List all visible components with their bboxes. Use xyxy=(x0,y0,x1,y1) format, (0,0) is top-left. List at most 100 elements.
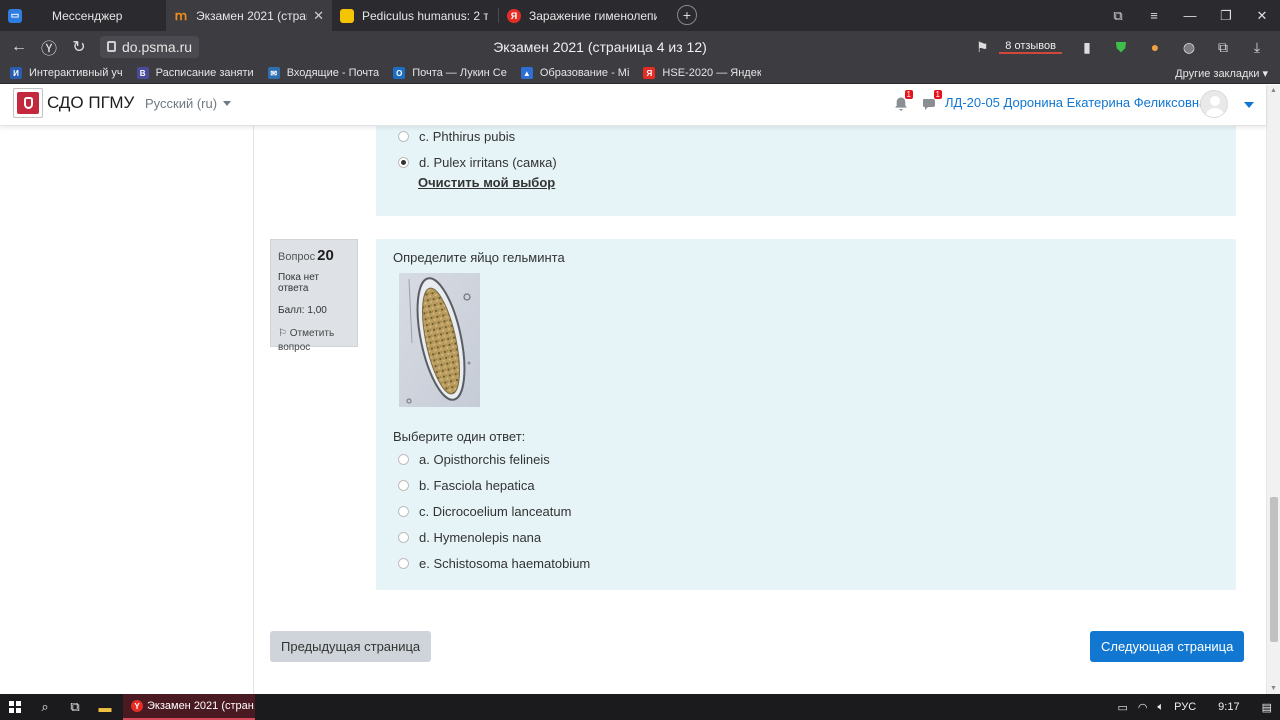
bookmark-flag-icon xyxy=(340,8,354,23)
logo-emblem-icon xyxy=(17,92,39,114)
messenger-icon: ▭ xyxy=(8,8,22,23)
answer-label: d. Hymenolepis nana xyxy=(419,530,542,545)
answer-option[interactable]: c. Dicrocoelium lanceatum xyxy=(398,504,571,519)
flag-question-label: Отметить вопрос xyxy=(278,328,335,353)
tab-title: Мессенджер xyxy=(52,8,123,23)
answer-label: c. Phthirus pubis xyxy=(419,129,516,144)
notifications-button[interactable]: 1 xyxy=(893,90,913,112)
radio-button[interactable] xyxy=(398,157,409,168)
reviews-badge[interactable]: 8 отзывов xyxy=(999,40,1062,54)
outlook-icon: O xyxy=(393,67,406,79)
file-explorer-icon[interactable]: ▬ xyxy=(90,700,120,715)
radio-button[interactable] xyxy=(398,532,409,543)
next-page-button[interactable]: Следующая страница xyxy=(1090,631,1245,662)
tab-hymenolepis[interactable]: Я Заражение гименолепидозом xyxy=(499,0,669,31)
close-window-icon[interactable]: ✕ xyxy=(1244,8,1280,24)
download-icon[interactable]: ⤓ xyxy=(1240,39,1274,56)
radio-button[interactable] xyxy=(398,131,409,142)
scroll-up-icon[interactable]: ▲ xyxy=(1270,87,1277,94)
close-tab-icon[interactable]: ✕ xyxy=(313,8,324,24)
wifi-icon[interactable]: ◠ xyxy=(1138,701,1148,714)
collections-icon[interactable]: ⧉ xyxy=(1100,8,1136,24)
site-name[interactable]: СДО ПГМУ xyxy=(47,93,134,113)
taskbar-app-title: Экзамен 2021 (стран... xyxy=(147,700,255,712)
answer-option[interactable]: d. Pulex irritans (самка) xyxy=(398,155,557,170)
tab-exam-active[interactable]: ⅿ Экзамен 2021 (страница 4 из 12) ✕ xyxy=(166,0,332,31)
question-number-value: 20 xyxy=(317,247,334,264)
url-field[interactable]: do.psma.ru xyxy=(100,36,200,58)
avatar[interactable] xyxy=(1200,90,1228,118)
azure-icon: ▲ xyxy=(520,67,533,79)
other-bookmarks[interactable]: Другие закладки ▾ xyxy=(1175,67,1268,80)
answer-option[interactable]: e. Schistosoma haematobium xyxy=(398,556,590,571)
window-controls: ⧉ ≡ — ❐ ✕ xyxy=(1100,0,1280,31)
page-content: c. Phthirus pubis d. Pulex irritans (сам… xyxy=(0,126,1266,694)
answer-option[interactable]: a. Opisthorchis felineis xyxy=(398,452,550,467)
bookmark-item[interactable]: B Расписание заняти xyxy=(136,67,254,79)
page-scrollbar[interactable]: ▲ ▼ xyxy=(1266,85,1280,694)
flag-icon: ⚐ xyxy=(278,328,287,339)
menu-icon[interactable]: ≡ xyxy=(1136,8,1172,23)
radio-button[interactable] xyxy=(398,454,409,465)
bookmark-item[interactable]: ▲ Образование - Mi xyxy=(520,67,629,79)
tab-messenger[interactable]: ▭ Мессенджер xyxy=(0,0,166,31)
reload-icon[interactable]: ↻ xyxy=(64,37,94,57)
clear-choice-link[interactable]: Очистить мой выбор xyxy=(418,175,555,190)
radio-button[interactable] xyxy=(398,506,409,517)
user-menu-name[interactable]: ЛД-20-05 Доронина Екатерина Феликсовна xyxy=(945,95,1206,110)
lock-icon xyxy=(107,41,116,52)
radio-button[interactable] xyxy=(398,558,409,569)
messages-button[interactable]: 1 xyxy=(922,90,942,112)
minimize-icon[interactable]: — xyxy=(1172,8,1208,23)
clock[interactable]: 9:17 xyxy=(1218,701,1239,713)
bookmark-label: Интерактивный уч xyxy=(29,67,123,79)
start-button[interactable] xyxy=(0,701,30,713)
site-navbar: СДО ПГМУ Русский (ru) 1 1 ЛД-20-05 Дорон… xyxy=(0,85,1266,126)
protect-shield-icon[interactable]: ⛊ xyxy=(1104,39,1138,56)
browser-tab-bar: ▭ Мессенджер ⅿ Экзамен 2021 (страница 4 … xyxy=(0,0,1280,31)
search-icon[interactable]: ⌕ xyxy=(30,699,60,715)
chevron-down-icon[interactable] xyxy=(1244,102,1254,108)
yandex-browser-icon: Y xyxy=(131,700,143,712)
tab-pediculus[interactable]: Pediculus humanus: 2 тыс xyxy=(332,0,498,31)
answer-option[interactable]: b. Fasciola hepatica xyxy=(398,478,535,493)
input-language[interactable]: РУС xyxy=(1174,701,1196,713)
language-menu[interactable]: Русский (ru) xyxy=(145,96,231,111)
question-info: Вопрос 20 Пока нет ответа Балл: 1,00 ⚐ От… xyxy=(270,239,358,353)
answer-label: e. Schistosoma haematobium xyxy=(419,556,591,571)
scrollbar-thumb[interactable] xyxy=(1270,497,1278,642)
site-logo[interactable] xyxy=(13,88,43,118)
yandex-home-icon[interactable]: Ⓨ xyxy=(34,35,64,59)
volume-icon[interactable]: 🔈︎ xyxy=(1158,701,1165,714)
answer-label: a. Opisthorchis felineis xyxy=(419,452,550,467)
extension-icon[interactable]: ● xyxy=(1138,39,1172,55)
question-text: Определите яйцо гельминта xyxy=(393,250,565,265)
notifications-center-icon[interactable]: ▤ xyxy=(1262,701,1272,714)
bookmark-item[interactable]: O Почта — Лукин Се xyxy=(393,67,507,79)
radio-button[interactable] xyxy=(398,480,409,491)
helminth-egg-image xyxy=(399,273,480,407)
yandex-icon: Я xyxy=(507,8,521,23)
collections-icon[interactable]: ⧉ xyxy=(1206,39,1240,56)
bookmark-item[interactable]: ✉ Входящие - Почта xyxy=(267,67,379,79)
bookmark-item[interactable]: И Интерактивный уч xyxy=(10,67,123,79)
new-tab-button[interactable]: + xyxy=(677,5,697,25)
bookmark-icon[interactable]: ▮ xyxy=(1070,39,1104,56)
restore-icon[interactable]: ❐ xyxy=(1208,8,1244,24)
bookmarks-bar: И Интерактивный уч B Расписание заняти ✉ Вх… xyxy=(0,63,1280,84)
answer-option[interactable]: d. Hymenolepis nana xyxy=(398,530,541,545)
scroll-down-icon[interactable]: ▼ xyxy=(1270,685,1277,692)
answer-label: b. Fasciola hepatica xyxy=(419,478,535,493)
translate-icon[interactable]: ⚑ xyxy=(965,39,999,56)
back-icon[interactable]: ← xyxy=(4,38,34,56)
answer-option[interactable]: c. Phthirus pubis xyxy=(398,129,515,144)
yandex-icon: Я xyxy=(643,67,656,79)
task-view-icon[interactable]: ⧉ xyxy=(60,699,90,715)
globe-icon[interactable]: ◍ xyxy=(1172,39,1206,56)
taskbar-browser-app[interactable]: Y Экзамен 2021 (стран... xyxy=(123,694,255,720)
bookmark-item[interactable]: Я HSE-2020 — Яндекс xyxy=(643,67,761,79)
messages-count-badge: 1 xyxy=(933,90,942,99)
flag-question-link[interactable]: ⚐ Отметить вопрос xyxy=(278,327,350,355)
previous-page-button[interactable]: Предыдущая страница xyxy=(270,631,432,662)
battery-icon[interactable]: ▭ xyxy=(1118,701,1128,714)
